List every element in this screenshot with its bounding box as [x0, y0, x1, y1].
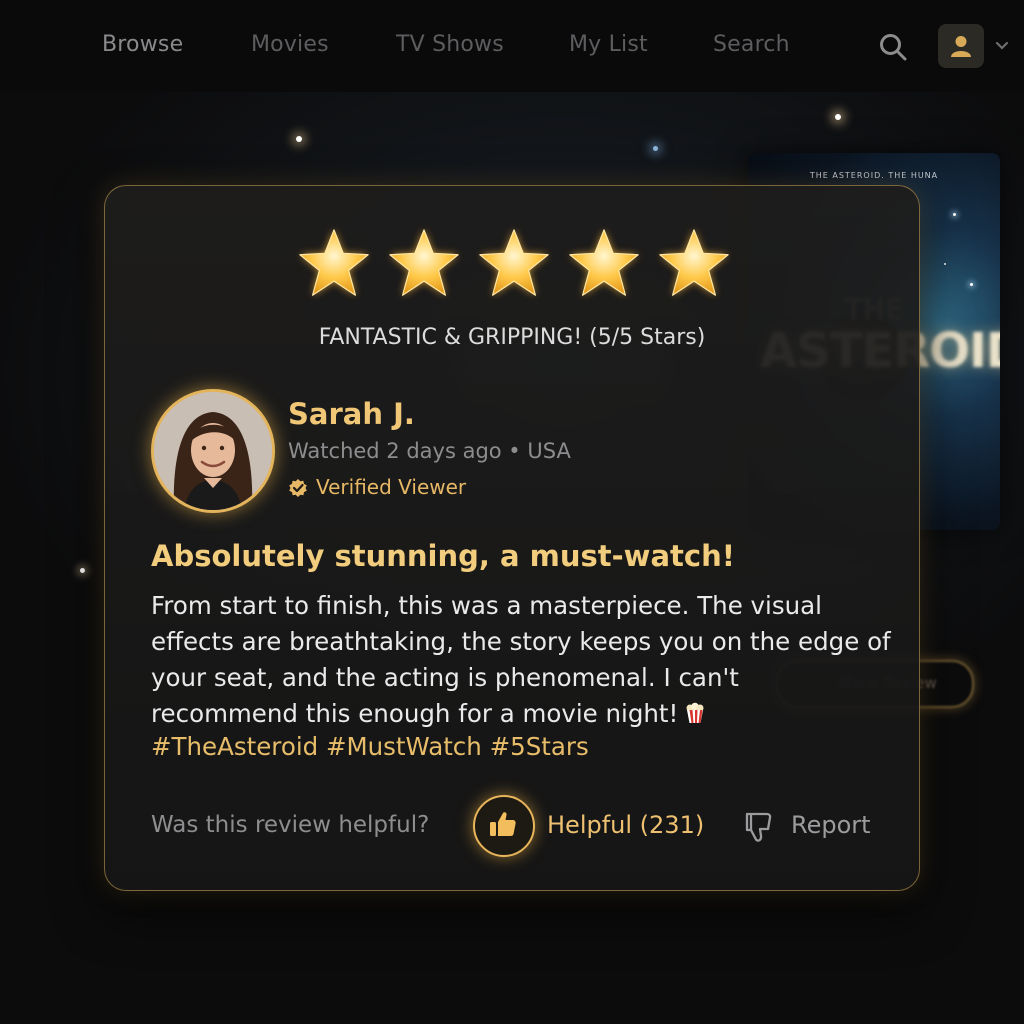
- star-icon: [389, 229, 459, 296]
- sparkle: [953, 213, 956, 216]
- chevron-down-icon[interactable]: [994, 38, 1010, 54]
- poster-tagline: THE ASTEROID. THE HUNA: [809, 171, 939, 180]
- review-meta: Watched 2 days ago • USA: [288, 439, 571, 463]
- star-icon: [569, 229, 639, 296]
- nav-tv-shows[interactable]: TV Shows: [396, 32, 504, 57]
- reviewer-name[interactable]: Sarah J.: [288, 397, 415, 431]
- review-body: From start to finish, this was a masterp…: [151, 588, 891, 732]
- star-icon: [659, 229, 729, 296]
- report-label: Report: [791, 811, 871, 839]
- helpful-count[interactable]: Helpful (231): [547, 811, 704, 839]
- rating-summary: FANTASTIC & GRIPPING! (5/5 Stars): [318, 325, 706, 350]
- sparkle: [970, 283, 973, 286]
- reviewer-photo: [154, 392, 272, 510]
- review-body-text: From start to finish, this was a masterp…: [151, 591, 891, 728]
- user-icon: [951, 36, 971, 57]
- review-card: FANTASTIC & GRIPPING! (5/5 Stars) Sarah …: [104, 185, 920, 891]
- popcorn-icon: [686, 702, 704, 723]
- thumbs-down-icon: [745, 812, 772, 842]
- review-hashtags[interactable]: #TheAsteroid #MustWatch #5Stars: [151, 732, 589, 761]
- reviewer-avatar[interactable]: [151, 389, 275, 513]
- verified-label: Verified Viewer: [316, 475, 467, 499]
- helpful-question: Was this review helpful?: [151, 812, 430, 838]
- sparkle: [296, 136, 302, 142]
- verified-badge-icon: [289, 479, 307, 497]
- star-rating: [295, 226, 735, 304]
- sparkle: [80, 568, 85, 573]
- star-icon: [299, 229, 369, 296]
- profile-avatar-button[interactable]: [938, 24, 984, 68]
- nav-movies[interactable]: Movies: [251, 32, 329, 57]
- search-icon[interactable]: [878, 32, 908, 62]
- sparkle: [835, 114, 841, 120]
- nav-browse[interactable]: Browse: [102, 32, 183, 57]
- nav-search[interactable]: Search: [713, 32, 790, 57]
- star-icon: [479, 229, 549, 296]
- thumbs-up-icon: [490, 812, 516, 836]
- helpful-button[interactable]: [473, 795, 535, 857]
- sparkle: [653, 146, 658, 151]
- sparkle: [944, 263, 946, 265]
- nav-my-list[interactable]: My List: [569, 32, 648, 57]
- top-navigation: Browse Movies TV Shows My List Search: [0, 0, 1024, 92]
- review-title: Absolutely stunning, a must-watch!: [151, 539, 735, 573]
